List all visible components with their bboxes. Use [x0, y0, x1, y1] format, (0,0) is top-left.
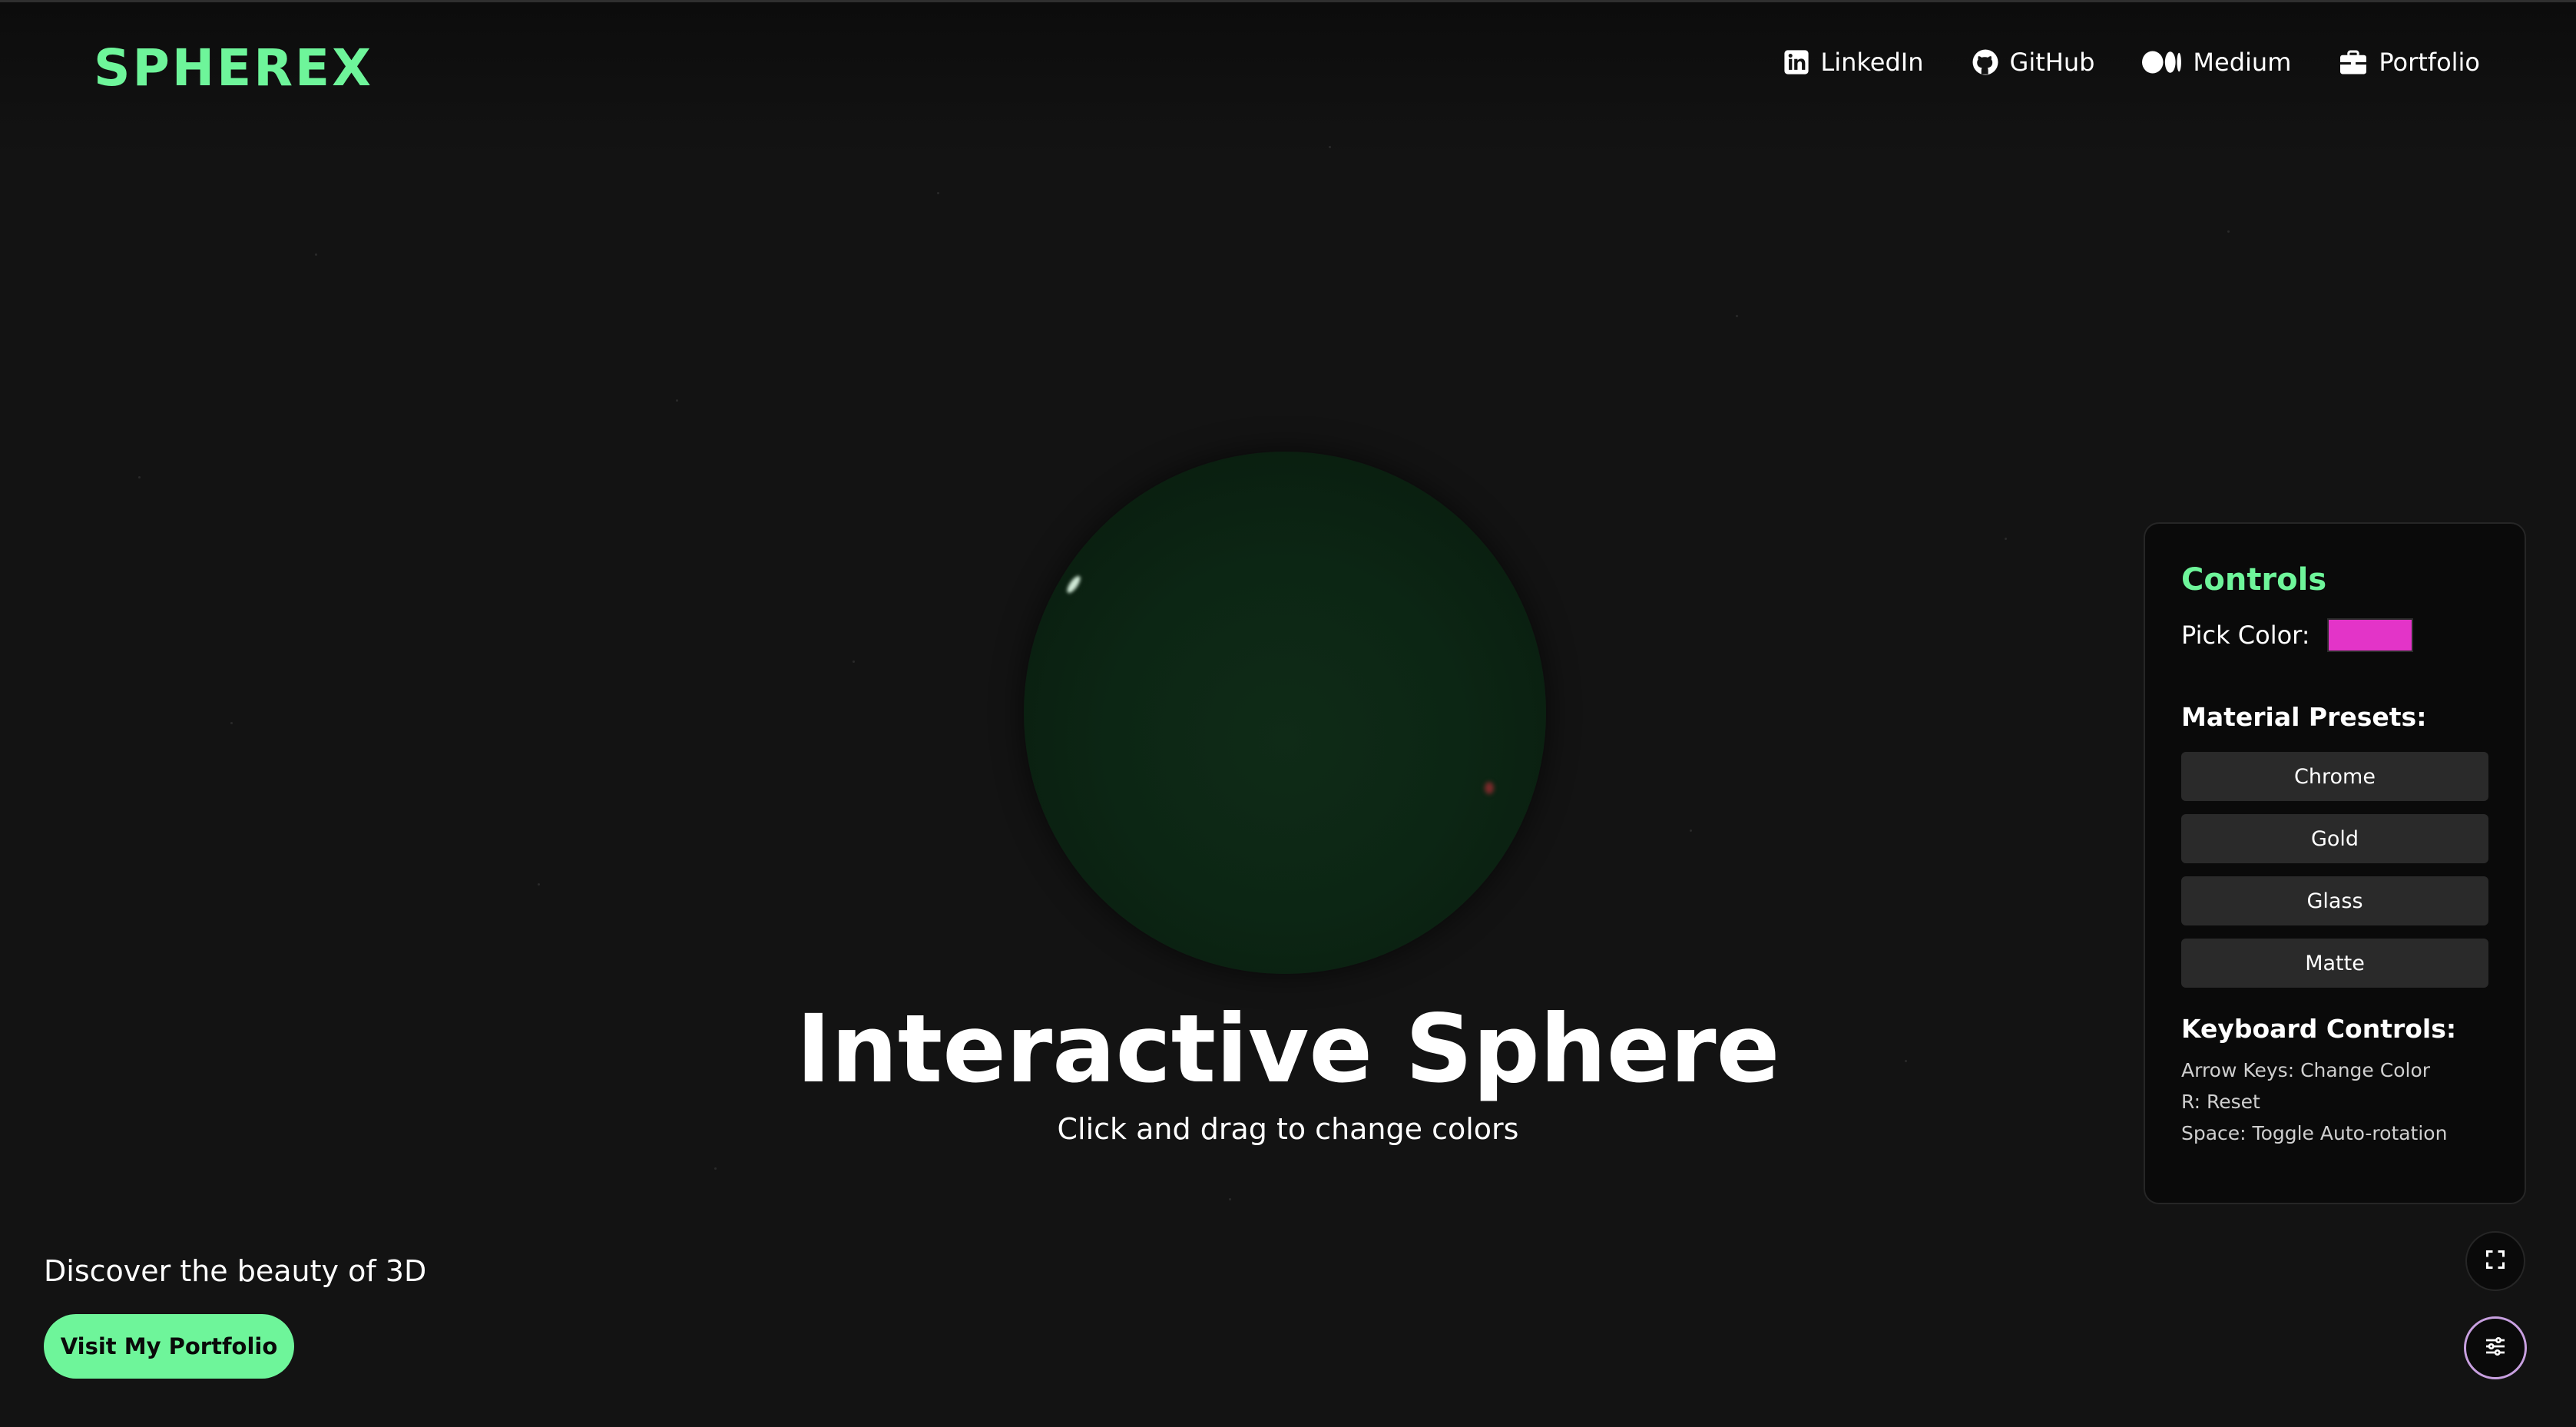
- fullscreen-button[interactable]: [2465, 1231, 2525, 1291]
- color-picker-swatch[interactable]: [2326, 618, 2413, 652]
- keyboard-hint: Space: Toggle Auto-rotation: [2181, 1122, 2448, 1144]
- controls-title: Controls: [2181, 562, 2327, 598]
- footer-tagline: Discover the beauty of 3D: [44, 1254, 427, 1288]
- nav-link-label: GitHub: [2009, 48, 2095, 77]
- nav-link-linkedin[interactable]: LinkedIn: [1783, 48, 1924, 77]
- nav-link-label: LinkedIn: [1820, 48, 1924, 77]
- preset-list: Chrome Gold Glass Matte: [2181, 752, 2488, 988]
- interactive-sphere[interactable]: [1024, 452, 1546, 974]
- preset-matte-button[interactable]: Matte: [2181, 939, 2488, 988]
- preset-chrome-button[interactable]: Chrome: [2181, 752, 2488, 801]
- controls-panel: Controls Pick Color: Material Presets: C…: [2144, 522, 2526, 1204]
- medium-icon: [2142, 49, 2182, 75]
- top-nav: LinkedIn GitHub Medium Portfolio: [1783, 48, 2480, 77]
- sphere-reflection: [1485, 782, 1494, 794]
- keyboard-hint: R: Reset: [2181, 1091, 2260, 1113]
- preset-glass-button[interactable]: Glass: [2181, 876, 2488, 925]
- nav-link-portfolio[interactable]: Portfolio: [2339, 48, 2480, 77]
- nav-link-label: Portfolio: [2379, 48, 2480, 77]
- keyboard-controls-title: Keyboard Controls:: [2181, 1014, 2457, 1044]
- nav-link-medium[interactable]: Medium: [2142, 48, 2291, 77]
- fullscreen-icon: [2485, 1249, 2506, 1273]
- settings-toggle-button[interactable]: [2464, 1316, 2527, 1379]
- preset-gold-button[interactable]: Gold: [2181, 814, 2488, 863]
- github-icon: [1972, 48, 1999, 76]
- pick-color-label: Pick Color:: [2181, 621, 2310, 650]
- linkedin-icon: [1783, 49, 1809, 75]
- nav-link-label: Medium: [2193, 48, 2292, 77]
- visit-portfolio-button[interactable]: Visit My Portfolio: [44, 1314, 294, 1379]
- pick-color-row: Pick Color:: [2181, 616, 2488, 654]
- nav-link-github[interactable]: GitHub: [1972, 48, 2095, 77]
- app-stage: SPHEREX LinkedIn GitHub Medium Portfolio: [0, 0, 2576, 1427]
- sphere-highlight: [1065, 574, 1083, 595]
- app-logo[interactable]: SPHEREX: [94, 38, 373, 98]
- briefcase-icon: [2339, 49, 2368, 75]
- sliders-icon: [2483, 1334, 2508, 1362]
- header-shade: [0, 2, 2576, 156]
- keyboard-controls-list: Arrow Keys: Change Color R: Reset Space:…: [2181, 1055, 2488, 1149]
- material-presets-title: Material Presets:: [2181, 702, 2427, 732]
- keyboard-hint: Arrow Keys: Change Color: [2181, 1059, 2431, 1081]
